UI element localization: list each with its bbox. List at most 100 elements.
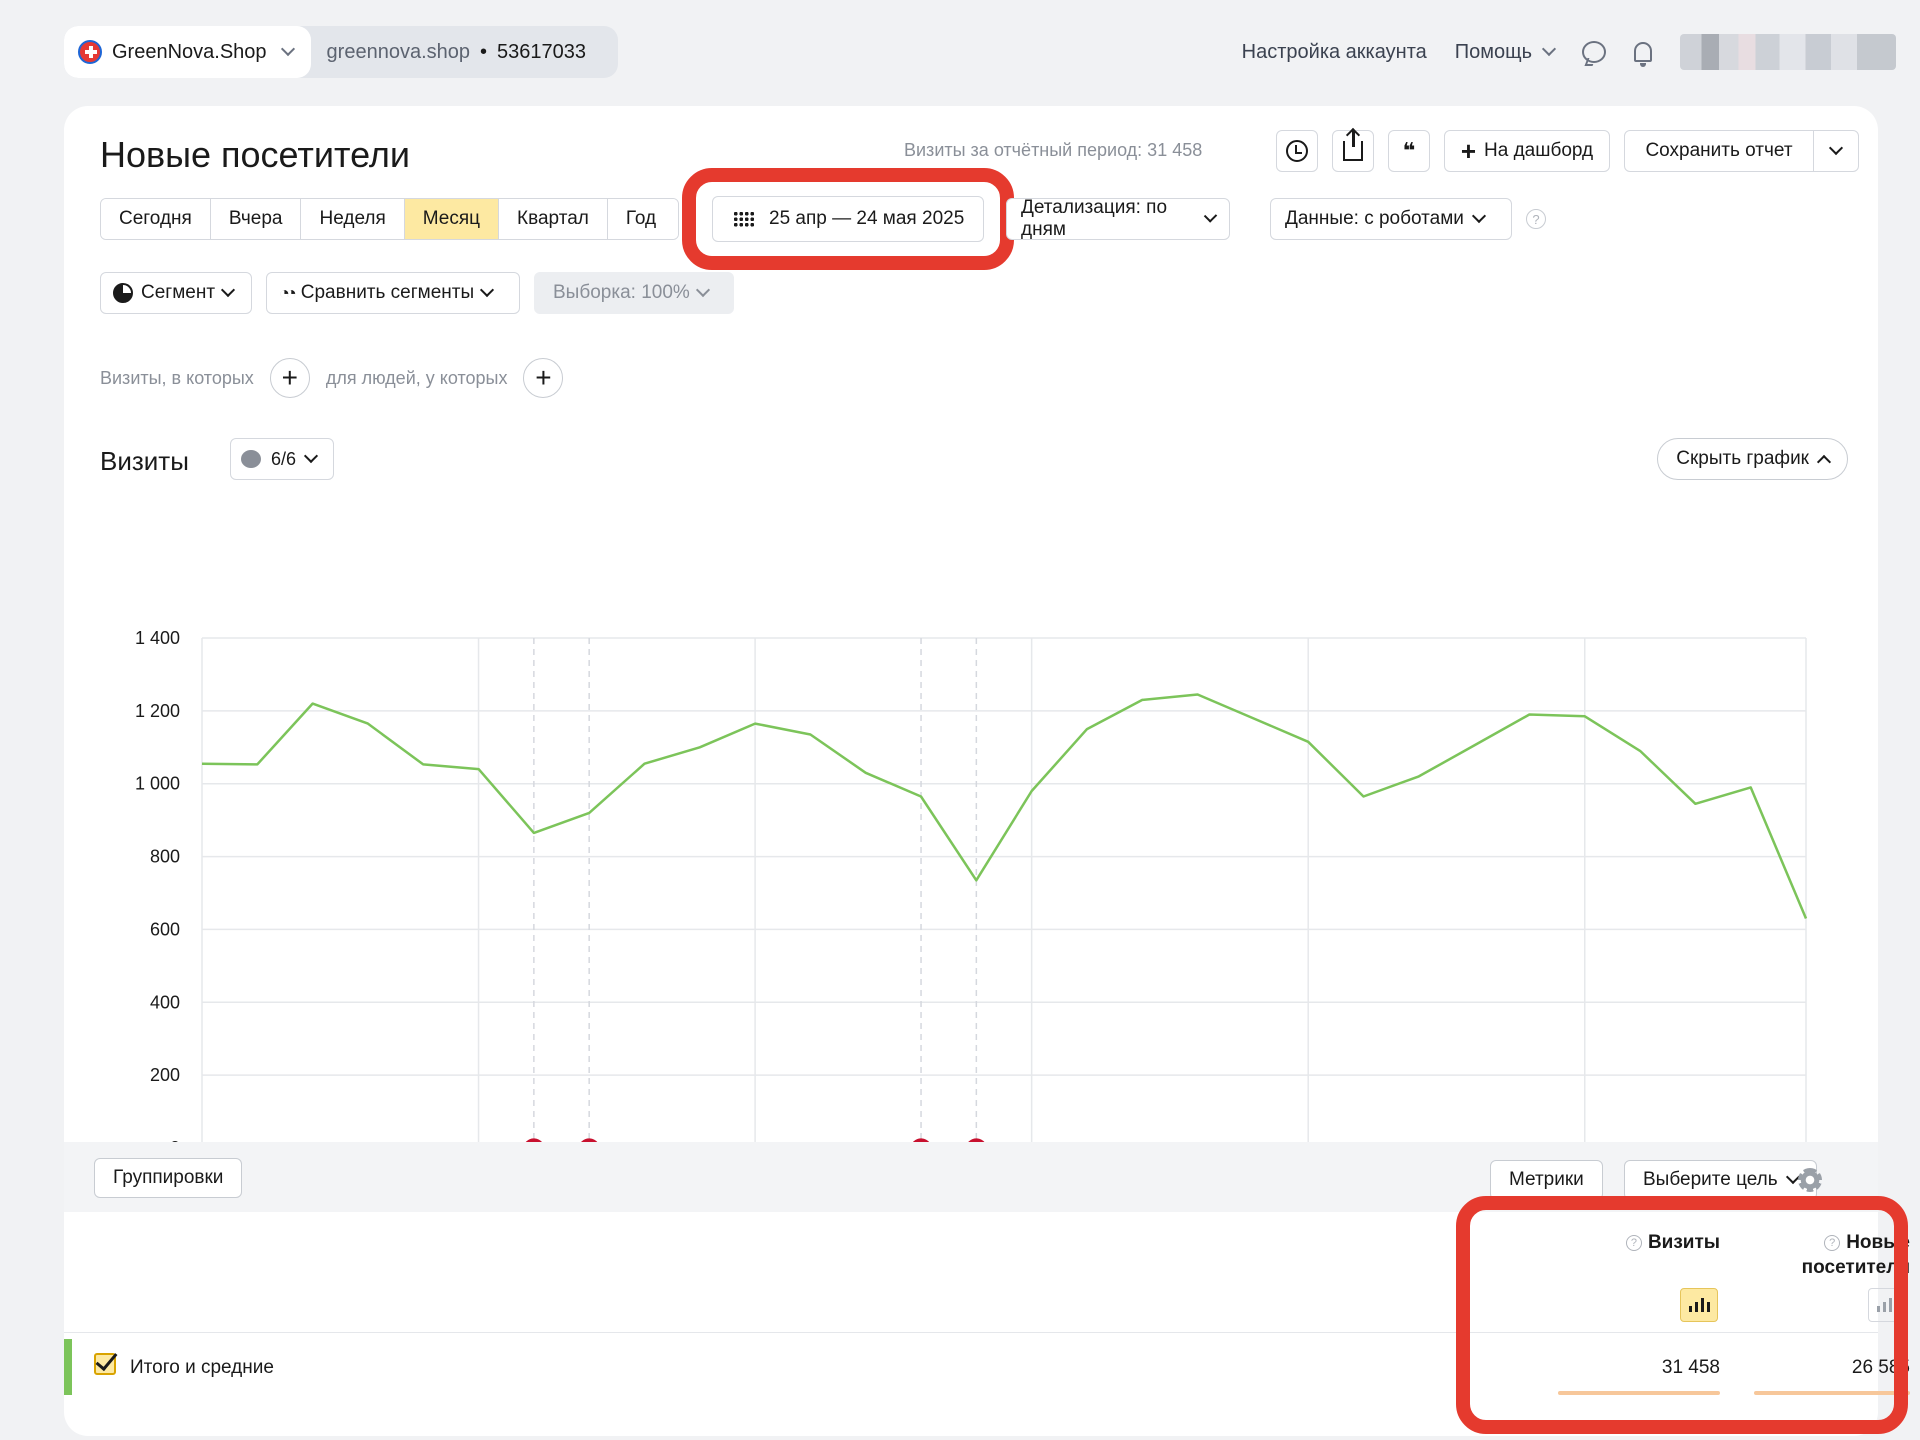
visits-bar bbox=[1558, 1391, 1720, 1395]
save-options-button[interactable] bbox=[1813, 130, 1859, 172]
data-point bbox=[1526, 712, 1532, 718]
metrics-label: Метрики bbox=[1509, 1169, 1584, 1190]
help-menu[interactable]: Помощь bbox=[1455, 41, 1557, 64]
data-point bbox=[420, 761, 426, 767]
data-point bbox=[973, 877, 979, 883]
visits-filter-label: Визиты, в которых bbox=[100, 367, 254, 388]
help-icon[interactable]: ? bbox=[1824, 1235, 1841, 1251]
column-header-new-visitors[interactable]: ? Новые посетители bbox=[1710, 1230, 1910, 1280]
chevron-down-icon bbox=[695, 282, 710, 298]
chevron-down-icon bbox=[1541, 41, 1557, 57]
date-range-label: 25 апр — 24 мая 2025 bbox=[769, 208, 965, 229]
column-label-new-visitors-1: Новые bbox=[1846, 1232, 1910, 1253]
chevron-down-icon bbox=[303, 448, 319, 464]
history-button[interactable] bbox=[1276, 130, 1318, 172]
chat-icon[interactable] bbox=[1582, 41, 1606, 63]
y-tick-label: 200 bbox=[150, 1065, 180, 1085]
api-icon: ❝ bbox=[1402, 138, 1416, 163]
row-checkbox[interactable] bbox=[94, 1353, 116, 1375]
gear-icon[interactable] bbox=[1798, 1168, 1822, 1192]
visits-chart[interactable]: 02004006008001 0001 2001 40025.04.2530.0… bbox=[64, 486, 1878, 1186]
pie-icon bbox=[113, 283, 133, 303]
period-month[interactable]: Месяц bbox=[404, 199, 500, 239]
data-point bbox=[1637, 748, 1643, 754]
groupings-label: Группировки bbox=[113, 1167, 224, 1188]
compare-icon: ◔◔ bbox=[279, 282, 297, 303]
notes-label: 6/6 bbox=[271, 448, 297, 469]
help-icon[interactable]: ? bbox=[1625, 1235, 1642, 1251]
data-point bbox=[752, 721, 758, 727]
data-point bbox=[1582, 713, 1588, 719]
top-bar: GreenNova.Shop greennova.shop • 53617033… bbox=[0, 0, 1920, 104]
add-visit-filter-button[interactable]: + bbox=[269, 358, 310, 398]
site-domain: greennova.shop bbox=[326, 40, 470, 63]
counter-info[interactable]: greennova.shop • 53617033 bbox=[311, 26, 618, 78]
detail-dropdown[interactable]: Детализация: по дням bbox=[1006, 197, 1230, 240]
plus-icon: + bbox=[1460, 136, 1477, 166]
period-yesterday[interactable]: Вчера bbox=[210, 199, 302, 239]
help-icon[interactable]: ? bbox=[1526, 209, 1546, 229]
chart-metric-toggle-visits[interactable] bbox=[1680, 1288, 1718, 1322]
hide-chart-button[interactable]: Скрыть график bbox=[1657, 438, 1848, 480]
chart-title: Визиты bbox=[100, 446, 189, 476]
total-row[interactable]: Итого и средние 31 458 26 585 bbox=[64, 1333, 1910, 1413]
total-new-visitors-value: 26 585 bbox=[1851, 1357, 1910, 1378]
share-icon bbox=[1343, 131, 1363, 161]
to-dashboard-button[interactable]: + На дашборд bbox=[1444, 130, 1610, 172]
data-point bbox=[1139, 697, 1145, 703]
segment-dropdown[interactable]: Сегмент bbox=[100, 272, 252, 314]
export-button[interactable] bbox=[1332, 130, 1374, 172]
period-quarter[interactable]: Квартал bbox=[499, 199, 608, 239]
series-line bbox=[201, 693, 1808, 919]
notes-dropdown[interactable]: 6/6 bbox=[230, 438, 334, 480]
data-label: Данные: с роботами bbox=[1285, 208, 1464, 229]
report-card: Новые посетители Визиты за отчётный пери… bbox=[64, 106, 1910, 1436]
data-point bbox=[476, 766, 482, 772]
y-tick-label: 800 bbox=[150, 847, 180, 867]
data-point bbox=[697, 744, 703, 750]
goal-dropdown[interactable]: Выберите цель bbox=[1624, 1160, 1817, 1200]
column-label-new-visitors-2: посетители bbox=[1801, 1257, 1910, 1278]
sample-dropdown[interactable]: Выборка: 100% bbox=[534, 272, 734, 314]
data-point bbox=[586, 810, 592, 816]
data-point bbox=[1416, 773, 1422, 779]
period-week[interactable]: Неделя bbox=[301, 199, 405, 239]
site-name: GreenNova.Shop bbox=[112, 40, 267, 63]
groupings-button[interactable]: Группировки bbox=[94, 1158, 243, 1198]
period-today[interactable]: Сегодня bbox=[101, 199, 211, 239]
data-dropdown[interactable]: Данные: с роботами bbox=[1270, 198, 1512, 240]
add-people-filter-button[interactable]: + bbox=[523, 358, 564, 398]
column-header-visits[interactable]: ? Визиты bbox=[1524, 1230, 1720, 1255]
save-report-label: Сохранить отчет bbox=[1645, 140, 1793, 161]
new-visitors-bar bbox=[1754, 1391, 1910, 1395]
account-settings-link[interactable]: Настройка аккаунта bbox=[1242, 41, 1427, 64]
chevron-down-icon bbox=[1828, 140, 1844, 156]
chevron-down-icon bbox=[1471, 208, 1486, 224]
to-dashboard-label: На дашборд bbox=[1484, 140, 1594, 161]
site-selector[interactable]: GreenNova.Shop greennova.shop • 53617033 bbox=[64, 26, 618, 78]
metrics-button[interactable]: Метрики bbox=[1490, 1160, 1603, 1200]
bell-icon[interactable] bbox=[1634, 42, 1652, 67]
compare-segments-dropdown[interactable]: ◔◔ Сравнить сегменты bbox=[266, 272, 520, 314]
separator-dot: • bbox=[480, 40, 488, 63]
chart-metric-toggle-new-visitors[interactable] bbox=[1868, 1288, 1906, 1322]
user-avatar[interactable] bbox=[1680, 34, 1896, 70]
counter-id: 53617033 bbox=[497, 40, 586, 63]
data-point bbox=[1305, 739, 1311, 745]
date-range-button[interactable]: 25 апр — 24 мая 2025 bbox=[712, 196, 984, 242]
data-point bbox=[1084, 726, 1090, 732]
save-report-button[interactable]: Сохранить отчет bbox=[1624, 130, 1814, 172]
y-tick-label: 400 bbox=[150, 992, 180, 1012]
chevron-up-icon bbox=[1816, 454, 1832, 470]
period-year[interactable]: Год bbox=[607, 199, 678, 239]
table-toolbar bbox=[64, 1142, 1878, 1212]
data-point bbox=[1803, 916, 1809, 922]
data-point bbox=[310, 701, 316, 707]
site-name-button[interactable]: GreenNova.Shop bbox=[64, 26, 311, 78]
data-point bbox=[1692, 801, 1698, 807]
clock-icon bbox=[1286, 140, 1308, 162]
data-point bbox=[365, 721, 371, 727]
total-row-label: Итого и средние bbox=[130, 1357, 274, 1378]
api-button[interactable]: ❝ bbox=[1388, 130, 1430, 172]
data-point bbox=[807, 732, 813, 738]
